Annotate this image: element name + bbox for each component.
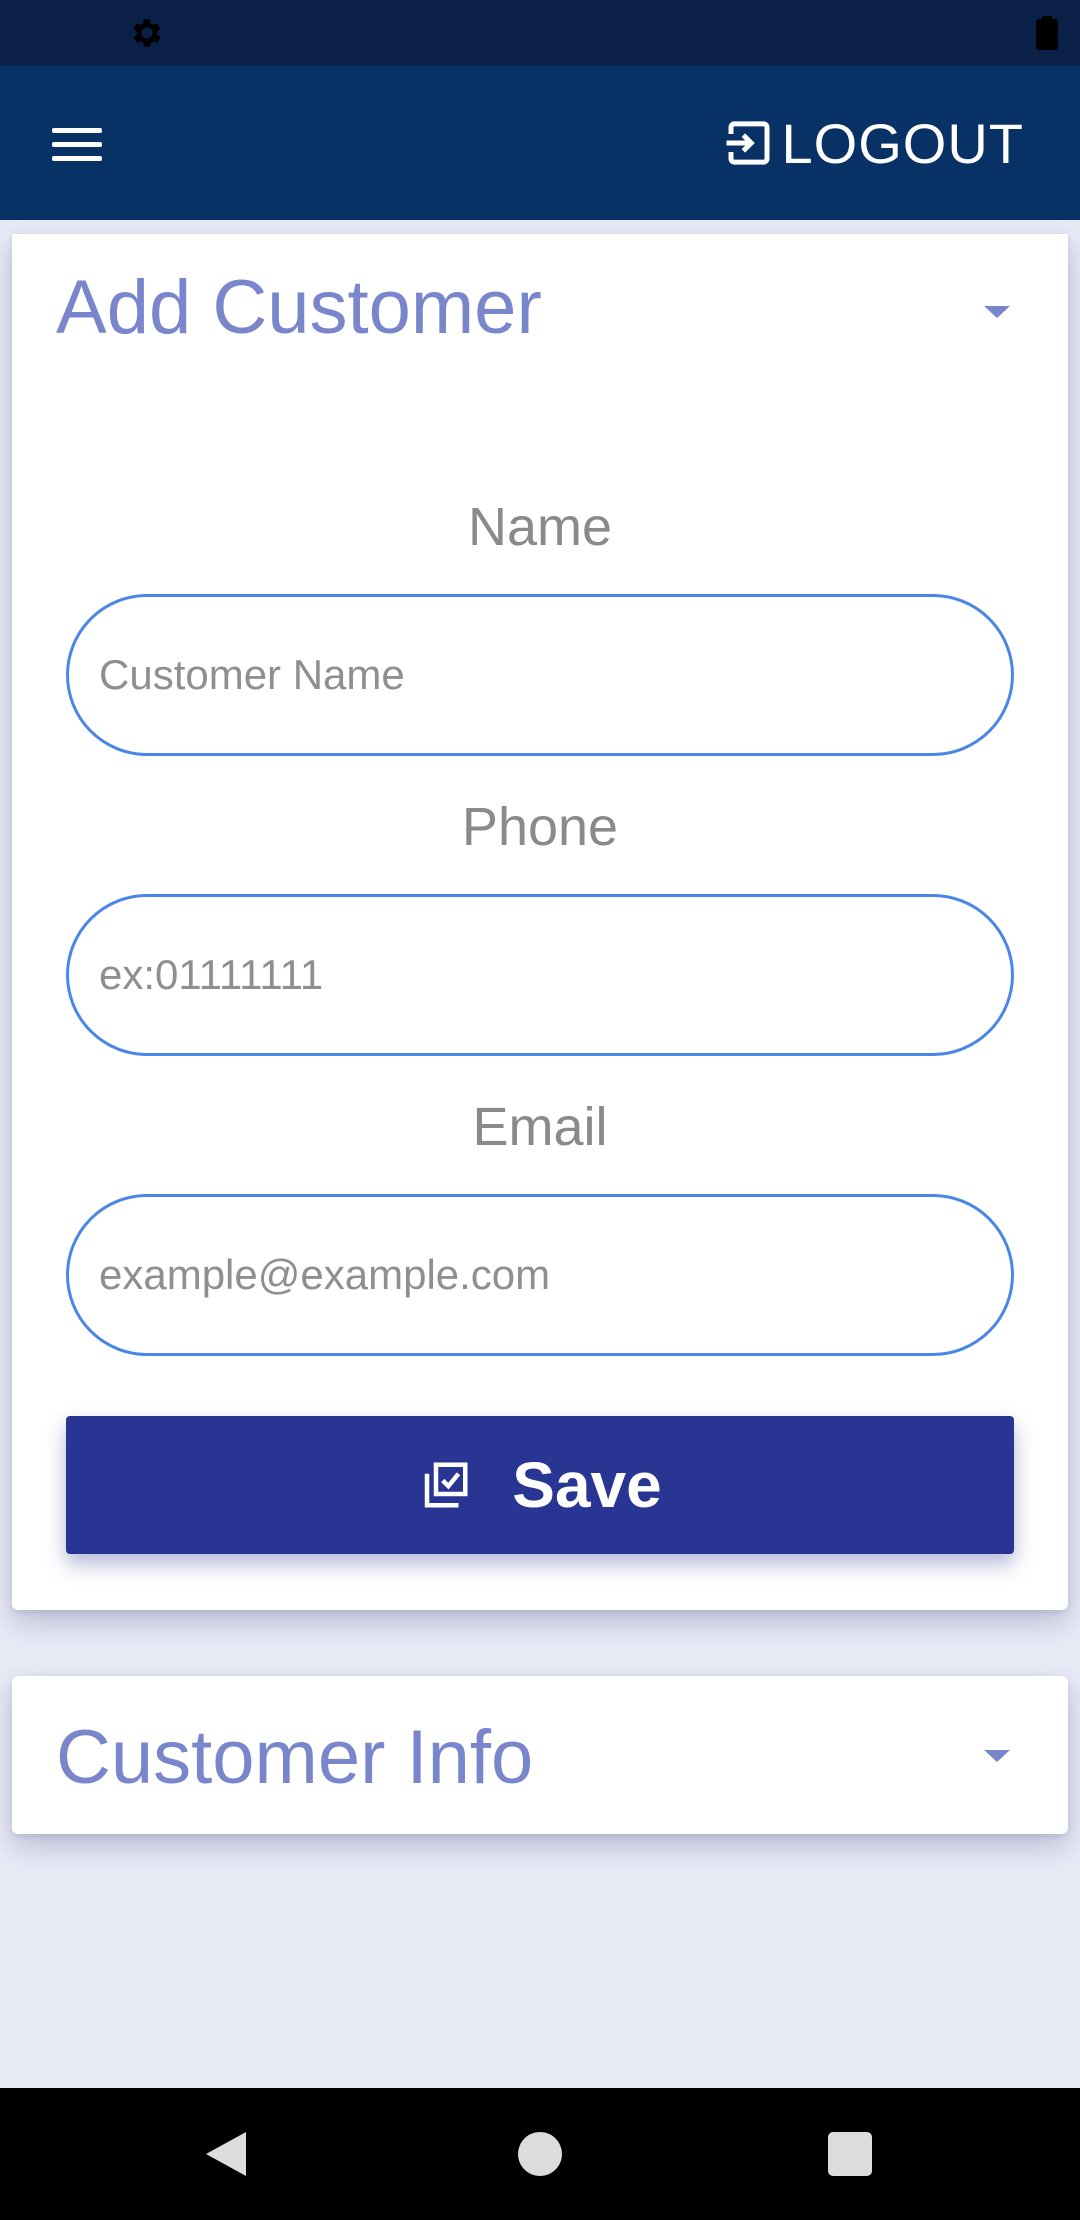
phone-label: Phone — [461, 797, 619, 857]
add-customer-title[interactable]: Add Customer — [56, 264, 542, 351]
email-field[interactable] — [66, 1194, 1014, 1356]
save-label: Save — [512, 1449, 662, 1521]
logout-arrow-icon — [726, 121, 770, 165]
app-bar: LOGOUT — [0, 66, 1080, 220]
customer-info-card[interactable]: Customer Info — [12, 1676, 1068, 1834]
back-triangle-icon[interactable] — [204, 2130, 248, 2178]
name-field[interactable] — [66, 594, 1014, 756]
name-label: Name — [467, 497, 613, 557]
add-customer-card: Add Customer Name Phone Email Save — [12, 234, 1068, 1610]
phone-field[interactable] — [66, 894, 1014, 1056]
email-label: Email — [472, 1097, 608, 1157]
status-bar — [0, 0, 1080, 66]
logout-label: LOGOUT — [781, 111, 1024, 175]
system-nav-bar — [0, 2088, 1080, 2220]
recent-square-icon[interactable] — [828, 2132, 872, 2176]
gear-icon — [133, 19, 161, 47]
logout-button[interactable]: LOGOUT — [722, 106, 1024, 180]
save-button[interactable]: Save — [66, 1416, 1014, 1554]
caret-down-icon[interactable] — [984, 1750, 1010, 1762]
customer-info-title[interactable]: Customer Info — [56, 1714, 533, 1801]
battery-icon — [1036, 16, 1058, 50]
checklist-save-icon — [425, 1462, 468, 1508]
hamburger-menu-icon[interactable] — [42, 114, 112, 174]
caret-down-icon[interactable] — [984, 306, 1010, 318]
home-circle-icon[interactable] — [518, 2132, 562, 2176]
